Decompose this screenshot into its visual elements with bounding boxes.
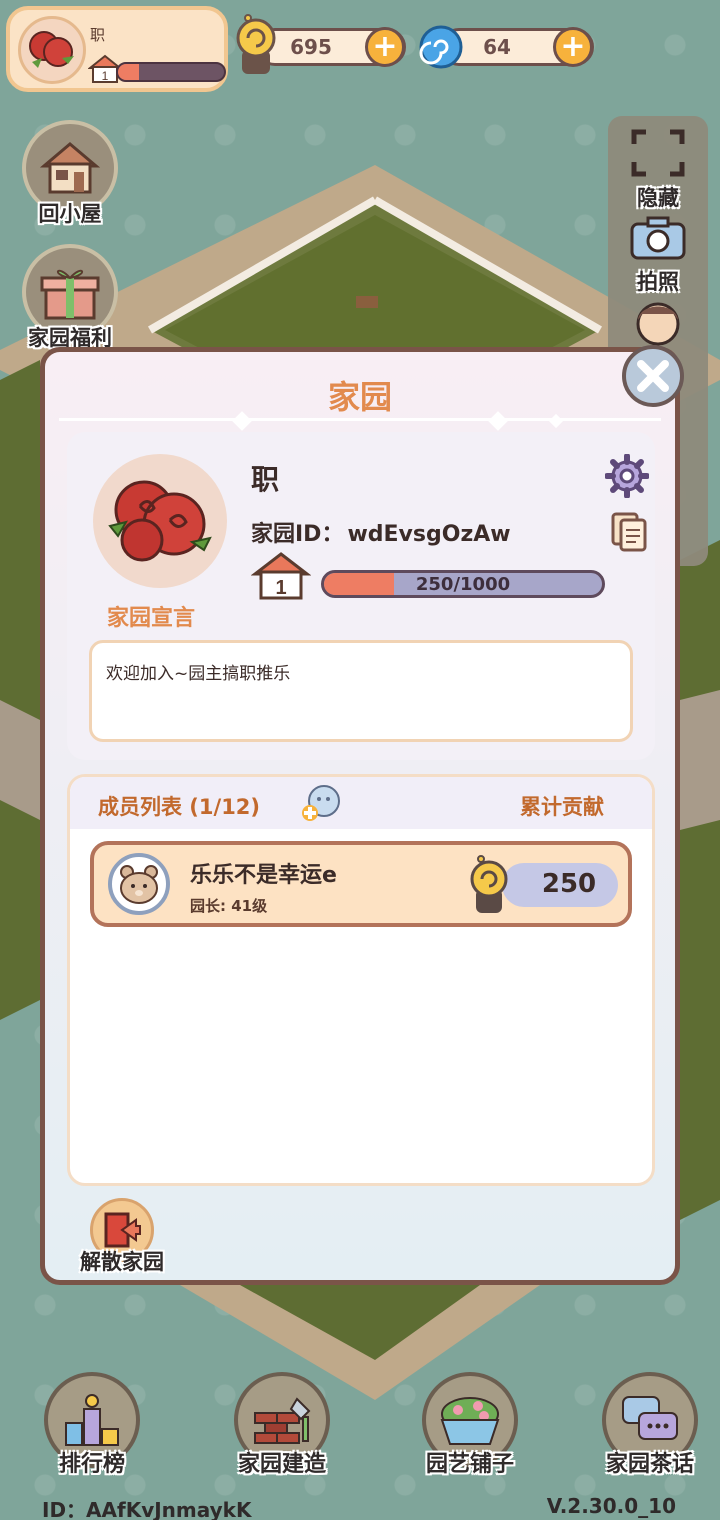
garden-rose-emblem-icon[interactable] — [93, 454, 227, 588]
gear-icon[interactable] — [604, 453, 650, 502]
garden-info-card: 家园宣言 职 家园ID： wdEvsgOzAw 1 250/1000 欢迎加入~… — [67, 432, 655, 760]
copy-icon[interactable] — [609, 510, 649, 558]
nav-gardening-shop-label: 园艺铺子 — [425, 1452, 514, 1477]
garden-level-house-icon: 1 — [250, 550, 312, 604]
member-name: 乐乐不是幸运e — [190, 863, 337, 888]
player-profile-card[interactable]: 职 1 — [6, 6, 228, 92]
dissolve-garden-button[interactable]: 解散家园 — [67, 1198, 177, 1276]
garden-id-label: 家园ID： — [251, 522, 344, 547]
nav-garden-chat-label: 家园茶话 — [605, 1452, 694, 1477]
garden-id-row: 家园ID： wdEvsgOzAw — [251, 516, 511, 548]
member-role-level: 园长: 41级 — [190, 897, 268, 915]
nav-garden-chat[interactable]: 家园茶话 — [580, 1372, 720, 1478]
add-snail-coin-button[interactable]: + — [365, 27, 405, 67]
player-level-number: 1 — [102, 69, 109, 83]
dissolve-garden-label: 解散家园 — [80, 1250, 164, 1274]
nav-leaderboard[interactable]: 排行榜 — [22, 1372, 162, 1478]
garden-info-dialog: 家园 家园宣言 职 家园ID： wdEvsgOzAw 1 250/1000 欢迎… — [40, 347, 680, 1285]
camera-icon — [630, 216, 686, 260]
member-avatar-bear-icon — [108, 853, 170, 915]
character-icon — [636, 302, 680, 346]
member-list-card: 成员列表 (1/12) 累计贡献 乐乐不是幸运e 园长: 41级 250 — [67, 774, 655, 1186]
dialog-title: 家园 — [327, 378, 392, 416]
close-icon — [637, 360, 669, 392]
nav-leaderboard-label: 排行榜 — [58, 1452, 125, 1477]
player-exp-bar — [116, 62, 226, 82]
snail-coin-icon — [232, 12, 280, 82]
contribution-title: 累计贡献 — [520, 795, 604, 819]
garden-level-number: 1 — [275, 577, 286, 599]
hide-ui-button[interactable]: 隐藏 — [618, 128, 698, 212]
rose-avatar-icon — [18, 16, 86, 84]
garden-name: 职 — [251, 463, 280, 496]
snail-coin-icon — [466, 853, 512, 921]
manifesto-label: 家园宣言 — [107, 606, 196, 631]
add-gem-button[interactable]: + — [553, 27, 593, 67]
garden-exp-text: 250/1000 — [415, 574, 511, 595]
nav-garden-build-label: 家园建造 — [237, 1452, 326, 1477]
add-member-icon[interactable] — [298, 783, 344, 827]
return-home-button[interactable]: 回小屋 — [18, 120, 122, 228]
version-footer: V.2.30.0_10 — [546, 1494, 676, 1518]
nav-garden-build[interactable]: 家园建造 — [212, 1372, 352, 1478]
return-home-label: 回小屋 — [38, 202, 102, 226]
fullscreen-icon — [631, 129, 685, 177]
take-photo-button[interactable]: 拍照 — [618, 214, 698, 296]
garden-welfare-button[interactable]: 家园福利 — [18, 244, 122, 352]
member-list-title: 成员列表 (1/12) — [98, 795, 261, 819]
blue-swirl-gem-icon — [418, 24, 464, 74]
manifesto-text-box[interactable]: 欢迎加入~园主搞职推乐 — [89, 640, 633, 742]
title-divider — [59, 418, 661, 421]
take-photo-label: 拍照 — [637, 270, 679, 294]
player-id-footer: ID：AAfKvJnmaykK — [42, 1498, 252, 1520]
player-name: 职 — [90, 26, 106, 44]
hide-ui-label: 隐藏 — [637, 186, 679, 210]
member-row[interactable]: 乐乐不是幸运e 园长: 41级 250 — [90, 841, 632, 927]
member-contribution-pill: 250 — [502, 863, 618, 907]
nav-gardening-shop[interactable]: 园艺铺子 — [400, 1372, 540, 1478]
garden-id-value: wdEvsgOzAw — [347, 522, 511, 547]
garden-exp-bar: 250/1000 — [321, 570, 605, 598]
close-dialog-button[interactable] — [622, 345, 684, 407]
member-contribution-value: 250 — [541, 869, 597, 899]
member-list-header: 成员列表 (1/12) 累计贡献 — [70, 777, 652, 829]
